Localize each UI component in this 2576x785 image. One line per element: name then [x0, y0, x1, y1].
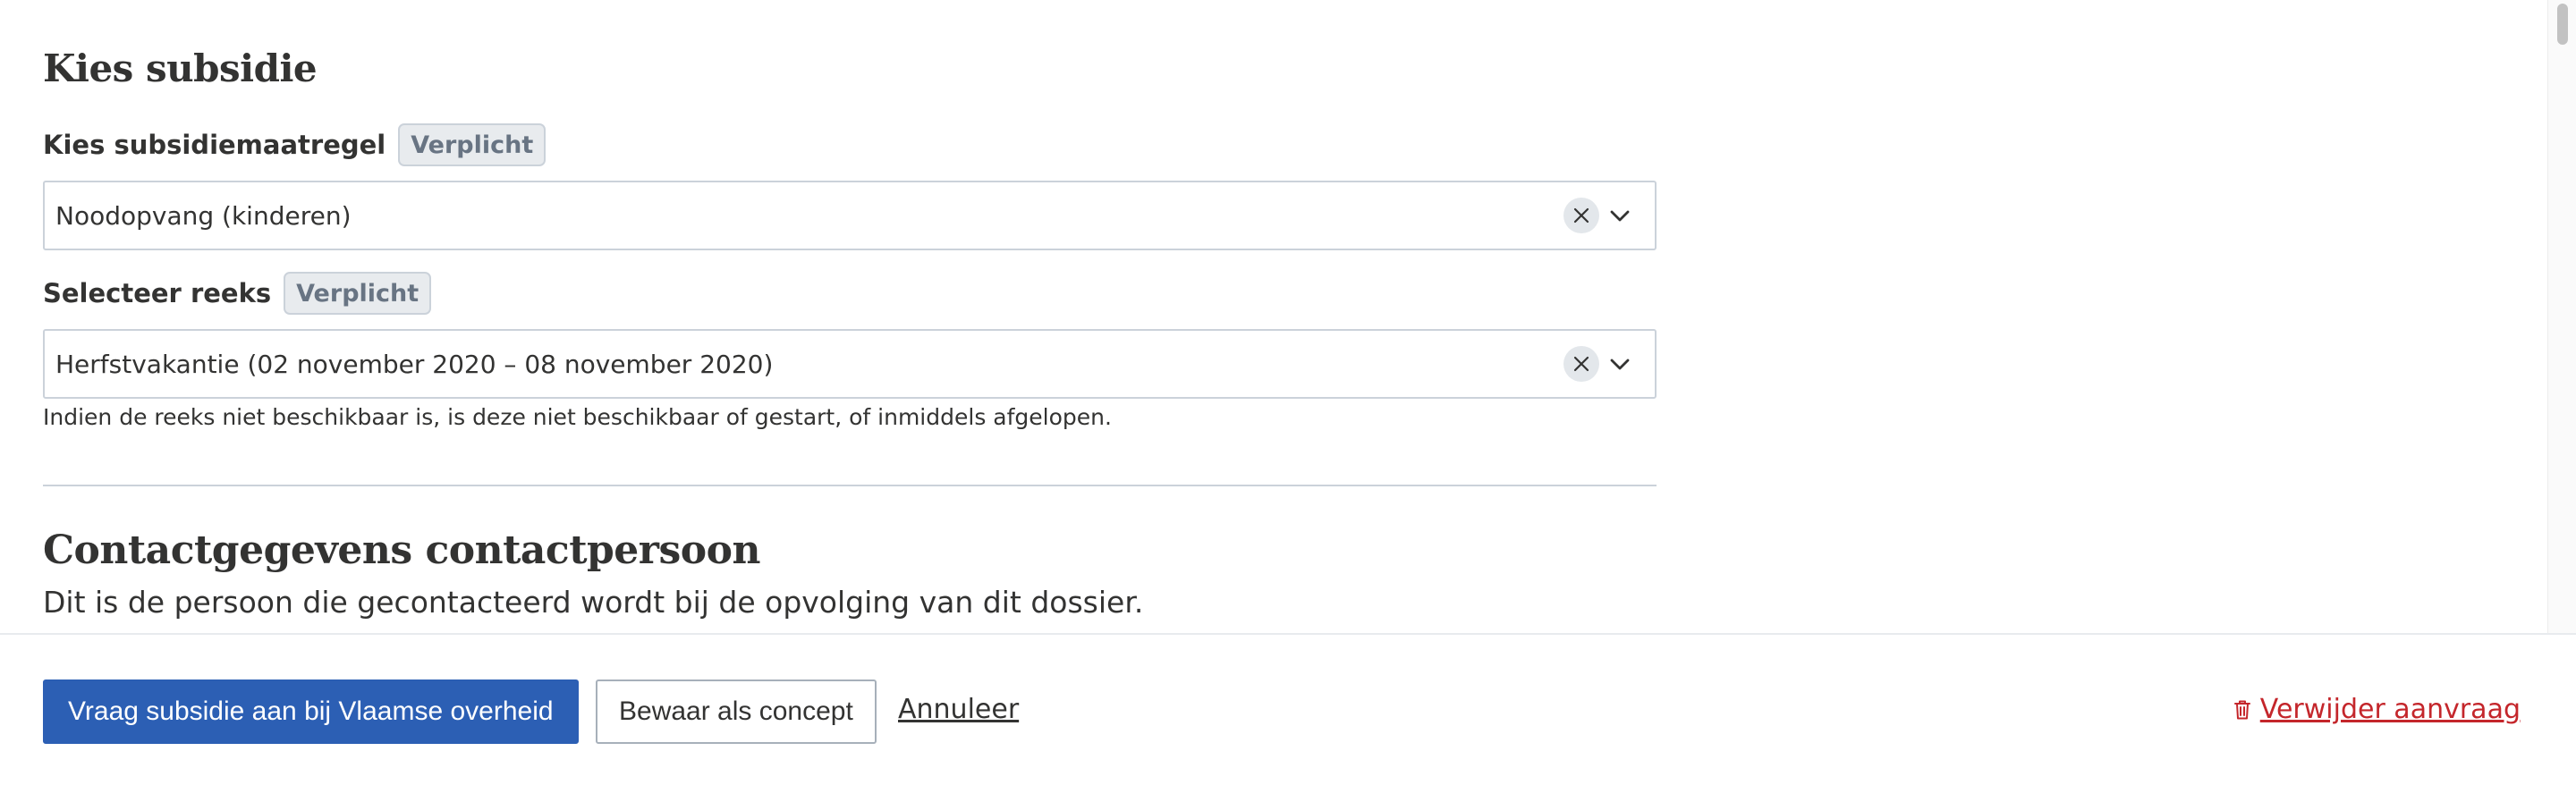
- delete-request-link[interactable]: Verwijder aanvraag: [2233, 694, 2521, 725]
- close-icon: [1573, 356, 1589, 372]
- dropdown-toggle[interactable]: [1608, 204, 1631, 227]
- chevron-down-icon: [1610, 210, 1630, 222]
- save-draft-button[interactable]: Bewaar als concept: [596, 679, 877, 744]
- trash-icon: [2233, 700, 2250, 719]
- reeks-select[interactable]: Herfstvakantie (02 november 2020 – 08 no…: [43, 329, 1657, 399]
- section-divider: [43, 485, 1657, 486]
- delete-request-label: Verwijder aanvraag: [2259, 694, 2521, 725]
- scrollbar-thumb[interactable]: [2557, 4, 2568, 45]
- field-label-subsidiemaatregel: Kies subsidiemaatregel Verplicht: [43, 123, 547, 166]
- section-title-kies-subsidie: Kies subsidie: [43, 46, 318, 90]
- close-icon: [1573, 207, 1589, 224]
- section-subtitle-contactgegevens: Dit is de persoon die gecontacteerd word…: [43, 585, 1144, 620]
- action-footer: Vraag subsidie aan bij Vlaamse overheid …: [0, 633, 2576, 785]
- dropdown-toggle[interactable]: [1608, 352, 1631, 376]
- submit-request-button[interactable]: Vraag subsidie aan bij Vlaamse overheid: [43, 679, 579, 744]
- clear-selection-button[interactable]: [1563, 346, 1599, 382]
- required-badge: Verplicht: [284, 272, 432, 315]
- cancel-link[interactable]: Annuleer: [898, 694, 1019, 725]
- page: Kies subsidie Kies subsidiemaatregel Ver…: [0, 0, 2576, 785]
- vertical-scrollbar[interactable]: [2547, 0, 2576, 633]
- chevron-down-icon: [1610, 359, 1630, 370]
- required-badge: Verplicht: [398, 123, 547, 166]
- reeks-helper-text: Indien de reeks niet beschikbaar is, is …: [43, 404, 1112, 430]
- select-value: Noodopvang (kinderen): [55, 200, 352, 231]
- label-text: Selecteer reeks: [43, 278, 272, 308]
- field-label-reeks: Selecteer reeks Verplicht: [43, 272, 432, 315]
- label-text: Kies subsidiemaatregel: [43, 130, 386, 160]
- clear-selection-button[interactable]: [1563, 198, 1599, 233]
- select-value: Herfstvakantie (02 november 2020 – 08 no…: [55, 349, 774, 379]
- section-title-contactgegevens: Contactgegevens contactpersoon: [43, 528, 760, 573]
- subsidiemaatregel-select[interactable]: Noodopvang (kinderen): [43, 181, 1657, 250]
